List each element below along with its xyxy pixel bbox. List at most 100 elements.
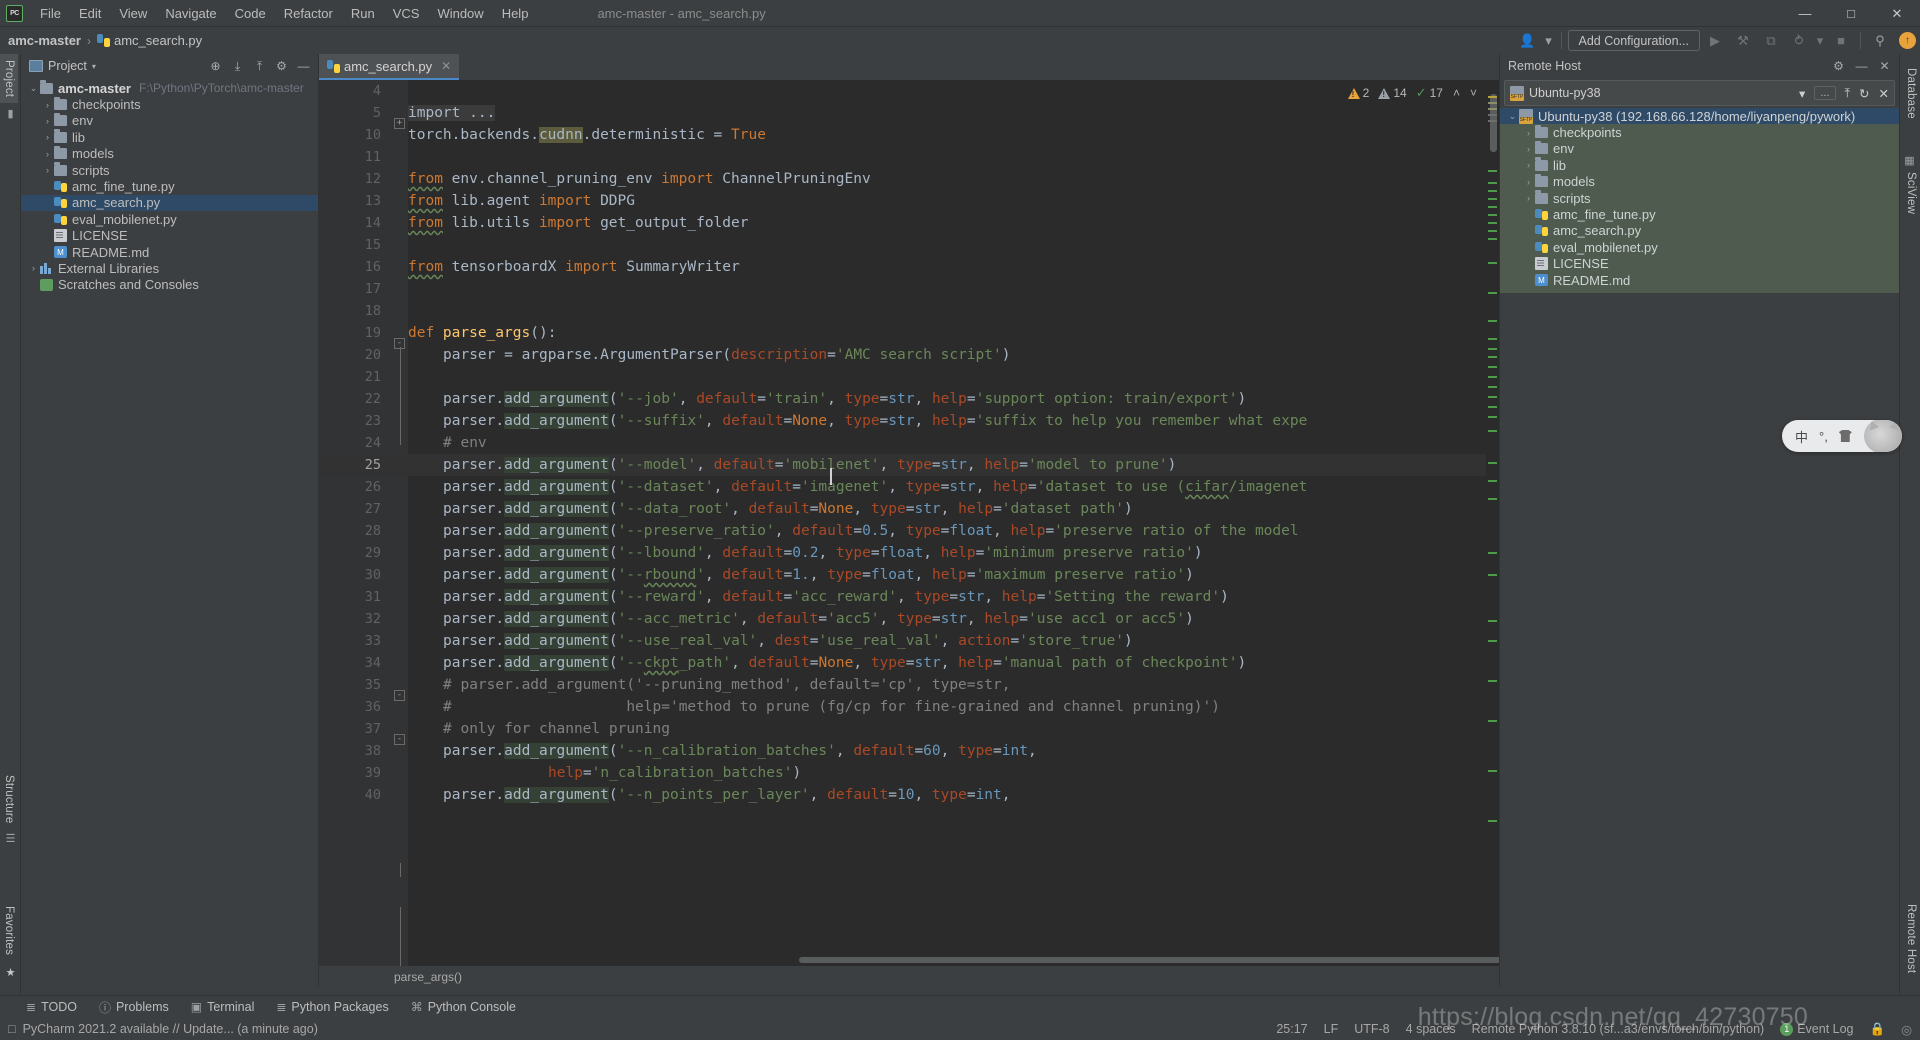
code-text[interactable]: parser.add_argument('--lbound', default=…: [408, 542, 1203, 564]
chevron-right-icon[interactable]: ›: [41, 132, 54, 142]
sidebar-item-remote-host[interactable]: Remote Host: [1902, 898, 1920, 979]
code-text[interactable]: from lib.utils import get_output_folder: [408, 212, 748, 234]
star-icon[interactable]: ★: [0, 962, 21, 983]
code-line[interactable]: 10torch.backends.cudnn.deterministic = T…: [319, 124, 1499, 146]
coverage-icon[interactable]: ⧉: [1758, 30, 1784, 52]
code-line[interactable]: 17: [319, 278, 1499, 300]
tab-amc-search-py[interactable]: amc_search.py ✕: [319, 54, 459, 80]
code-text[interactable]: parser.add_argument('--dataset', default…: [408, 476, 1307, 498]
code-text[interactable]: # help='method to prune (fg/cp for fine-…: [408, 696, 1220, 718]
collapse-all-icon[interactable]: ⤒: [1845, 86, 1851, 101]
remote-tree-node[interactable]: amc_fine_tune.py: [1500, 206, 1899, 222]
stripe-mark[interactable]: [1488, 102, 1497, 104]
ime-punctuation-icon[interactable]: °,: [1819, 429, 1828, 444]
code-line[interactable]: 29parser.add_argument('--lbound', defaul…: [319, 542, 1499, 564]
code-text[interactable]: # parser.add_argument('--pruning_method'…: [408, 674, 1010, 696]
sidebar-item-database[interactable]: Database: [1902, 62, 1920, 125]
code-line[interactable]: 24# env: [319, 432, 1499, 454]
inspection-mode-icon[interactable]: ◎: [1901, 1022, 1912, 1037]
sidebar-item-favorites[interactable]: Favorites: [0, 900, 18, 961]
close-icon[interactable]: ✕: [1874, 56, 1895, 76]
project-file-tree[interactable]: ⌄amc-masterF:\Python\PyTorch\amc-master›…: [21, 78, 318, 293]
next-problem-icon[interactable]: ˅: [1470, 86, 1477, 100]
notification-icon[interactable]: □: [8, 1022, 16, 1036]
code-line[interactable]: 38parser.add_argument('--n_calibration_b…: [319, 740, 1499, 762]
stripe-mark[interactable]: [1488, 430, 1497, 432]
stripe-mark[interactable]: [1488, 498, 1497, 500]
ime-mode-label[interactable]: 中: [1795, 427, 1808, 446]
remote-host-selector[interactable]: Ubuntu-py38 ▾ ... ⤒ ↻ ✕: [1504, 80, 1895, 106]
tool-window-button-python-console[interactable]: ⌘Python Console: [411, 1000, 516, 1014]
code-text[interactable]: parser.add_argument('--rbound', default=…: [408, 564, 1194, 586]
code-line[interactable]: 19-def parse_args():: [319, 322, 1499, 344]
tree-node[interactable]: ›scripts: [21, 162, 318, 178]
code-text[interactable]: parser.add_argument('--n_calibration_bat…: [408, 740, 1037, 762]
chevron-right-icon[interactable]: ›: [27, 263, 40, 273]
close-icon[interactable]: ✕: [441, 59, 451, 73]
horizontal-scrollbar[interactable]: [799, 957, 1619, 963]
menu-item-edit[interactable]: Edit: [70, 3, 110, 24]
code-line[interactable]: 23parser.add_argument('--suffix', defaul…: [319, 410, 1499, 432]
code-line[interactable]: 5+import ...: [319, 102, 1499, 124]
gear-icon[interactable]: ⚙: [1828, 56, 1849, 76]
profile-chevron-icon[interactable]: ▾: [1814, 30, 1826, 52]
close-panel-icon[interactable]: ✕: [1879, 86, 1889, 101]
settings-icon[interactable]: ⚙: [271, 56, 292, 76]
refresh-icon[interactable]: ↻: [1859, 86, 1869, 101]
stripe-mark[interactable]: [1488, 620, 1497, 622]
tool-window-button-todo[interactable]: ≣TODO: [26, 1000, 77, 1014]
code-text[interactable]: from lib.agent import DDPG: [408, 190, 635, 212]
ime-floating-widget[interactable]: 中 °,: [1782, 420, 1902, 452]
code-text[interactable]: parser.add_argument('--acc_metric', defa…: [408, 608, 1194, 630]
code-text[interactable]: help='n_calibration_batches'): [408, 762, 801, 784]
stripe-mark[interactable]: [1488, 170, 1497, 172]
event-log-button[interactable]: Event Log: [1797, 1022, 1853, 1036]
stripe-mark[interactable]: [1488, 320, 1497, 322]
tree-node[interactable]: ›checkpoints: [21, 96, 318, 112]
update-available-icon[interactable]: ↑: [1899, 32, 1916, 49]
profile-icon[interactable]: ⥁: [1786, 30, 1812, 52]
tree-node[interactable]: ›lib: [21, 129, 318, 145]
stripe-mark[interactable]: [1488, 366, 1497, 368]
remote-tree-node[interactable]: ›scripts: [1500, 190, 1899, 206]
stripe-mark[interactable]: [1488, 120, 1497, 122]
stripe-mark[interactable]: [1488, 338, 1497, 340]
indent-setting[interactable]: 4 spaces: [1406, 1022, 1456, 1036]
code-text[interactable]: from tensorboardX import SummaryWriter: [408, 256, 740, 278]
inspection-widget[interactable]: 2 14 ✓ 17 ˄ ˅: [1348, 85, 1477, 101]
stripe-mark[interactable]: [1488, 462, 1497, 464]
code-line[interactable]: 18: [319, 300, 1499, 322]
tree-node[interactable]: eval_mobilenet.py: [21, 211, 318, 227]
menu-item-code[interactable]: Code: [226, 3, 275, 24]
python-interpreter[interactable]: Remote Python 3.8.10 (sf...a3/envs/torch…: [1472, 1022, 1765, 1036]
menu-item-navigate[interactable]: Navigate: [156, 3, 225, 24]
remote-tree-node[interactable]: ›checkpoints: [1500, 124, 1899, 140]
stripe-mark[interactable]: [1488, 262, 1497, 264]
minimize-button[interactable]: —: [1782, 0, 1828, 27]
chevron-right-icon[interactable]: ›: [41, 116, 54, 126]
stripe-mark[interactable]: [1488, 222, 1497, 224]
code-line[interactable]: 16from tensorboardX import SummaryWriter: [319, 256, 1499, 278]
stripe-mark[interactable]: [1488, 348, 1497, 350]
code-line[interactable]: 34parser.add_argument('--ckpt_path', def…: [319, 652, 1499, 674]
tree-node[interactable]: ›External Libraries: [21, 260, 318, 276]
code-line[interactable]: 20parser = argparse.ArgumentParser(descr…: [319, 344, 1499, 366]
remote-tree-node[interactable]: eval_mobilenet.py: [1500, 239, 1899, 255]
line-separator[interactable]: LF: [1324, 1022, 1339, 1036]
code-text[interactable]: parser.add_argument('--reward', default=…: [408, 586, 1229, 608]
remote-tree-node[interactable]: amc_search.py: [1500, 223, 1899, 239]
chevron-down-icon[interactable]: ▾: [92, 62, 96, 71]
caret-position[interactable]: 25:17: [1276, 1022, 1307, 1036]
tree-node[interactable]: README.md: [21, 244, 318, 260]
code-line[interactable]: 36# help='method to prune (fg/cp for fin…: [319, 696, 1499, 718]
code-text[interactable]: # only for channel pruning: [408, 718, 670, 740]
code-text[interactable]: parser.add_argument('--suffix', default=…: [408, 410, 1307, 432]
tree-node[interactable]: ›env: [21, 113, 318, 129]
stripe-mark[interactable]: [1488, 396, 1497, 398]
tree-node[interactable]: amc_fine_tune.py: [21, 178, 318, 194]
code-line[interactable]: 31parser.add_argument('--reward', defaul…: [319, 586, 1499, 608]
code-line[interactable]: 12from env.channel_pruning_env import Ch…: [319, 168, 1499, 190]
sidebar-item-structure[interactable]: Structure: [0, 769, 18, 829]
stripe-mark[interactable]: [1488, 214, 1497, 216]
stripe-mark[interactable]: [1488, 356, 1497, 358]
